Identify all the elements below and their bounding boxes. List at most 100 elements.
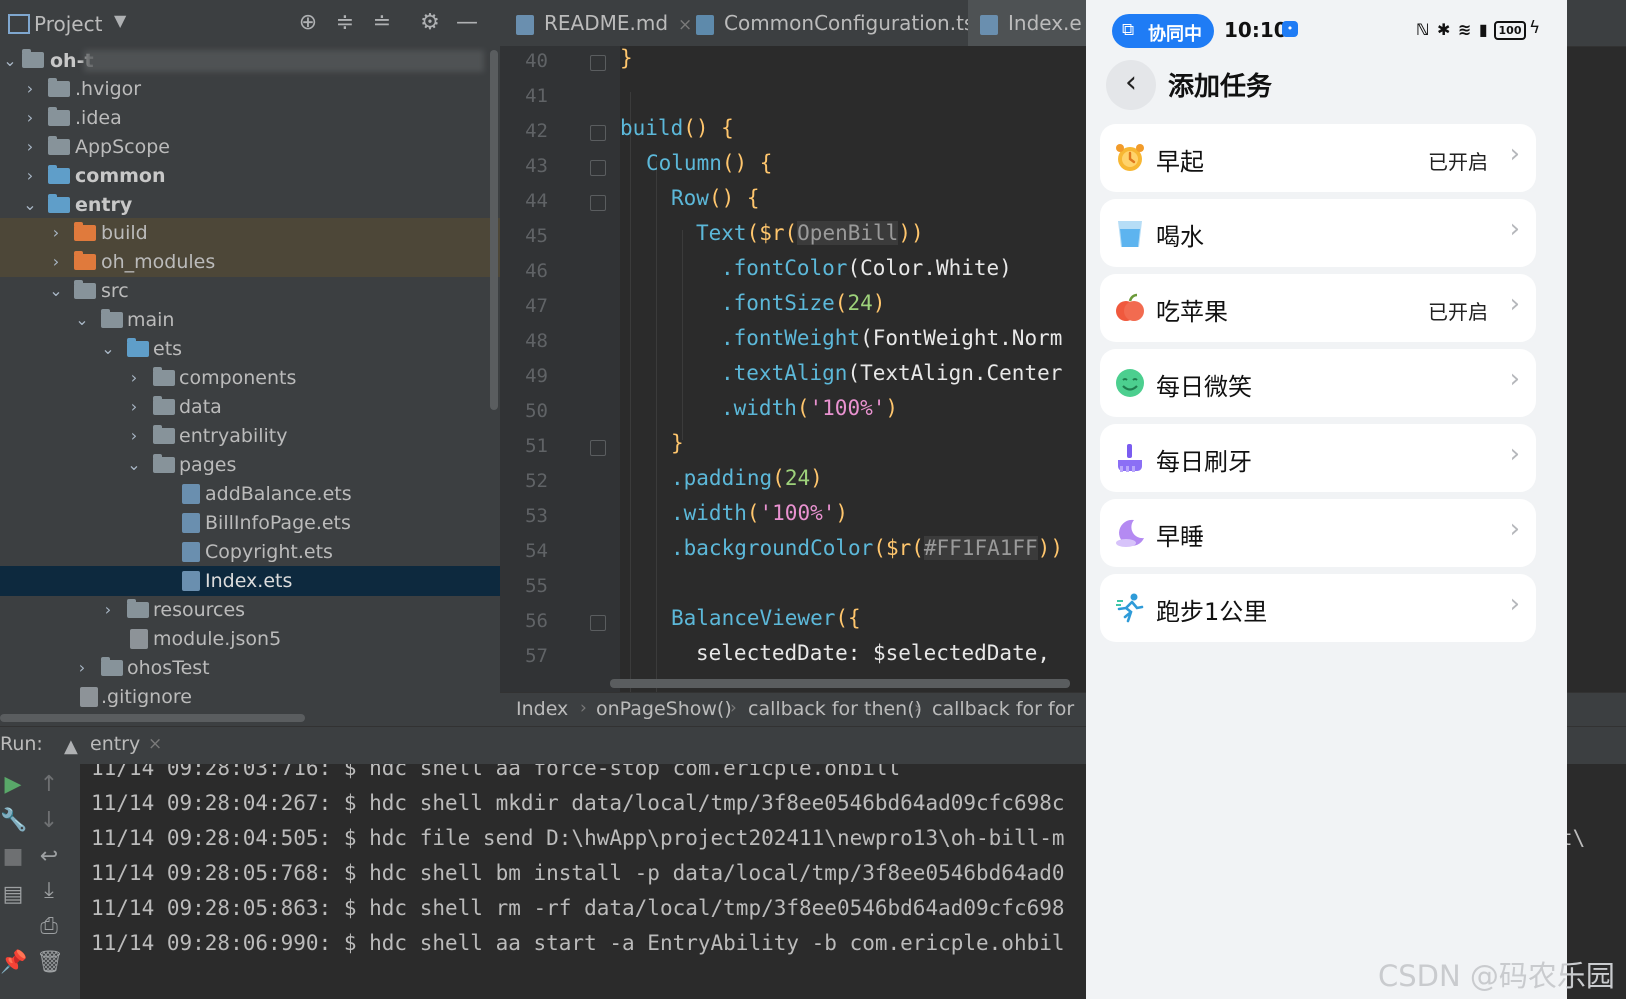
tab-index[interactable]: Index.e: [968, 0, 1100, 46]
minimize-icon[interactable]: —: [454, 10, 480, 36]
line-number[interactable]: 57: [512, 645, 548, 667]
tree-item-components[interactable]: › components: [0, 363, 500, 393]
tree-item-module-json5[interactable]: module.json5: [0, 624, 500, 654]
dropdown-arrow-icon[interactable]: ▼: [114, 11, 126, 30]
down-arrow-icon[interactable]: ↓: [36, 808, 62, 834]
tree-root[interactable]: ⌄ oh-t: [0, 46, 500, 76]
trash-icon[interactable]: 🗑: [36, 950, 64, 976]
chevron-down-icon[interactable]: ⌄: [74, 309, 90, 331]
line-number[interactable]: 45: [512, 225, 548, 247]
chevron-right-icon[interactable]: ›: [100, 599, 116, 621]
tree-item-main[interactable]: ⌄ main: [0, 305, 500, 335]
line-number[interactable]: 50: [512, 400, 548, 422]
line-number[interactable]: 44: [512, 190, 548, 212]
print-icon[interactable]: ⎙: [36, 914, 62, 940]
breadcrumb-item[interactable]: callback for for: [932, 698, 1074, 720]
settings-icon[interactable]: ⚙: [417, 10, 443, 36]
tree-item-oh-modules[interactable]: › oh_modules: [0, 247, 500, 277]
tree-item-copyright[interactable]: Copyright.ets: [0, 537, 500, 567]
editor-horizontal-scrollbar[interactable]: [610, 679, 1070, 688]
tree-item-entryability[interactable]: › entryability: [0, 421, 500, 451]
up-arrow-icon[interactable]: ↑: [36, 772, 62, 798]
task-item-run-1km[interactable]: 跑步1公里 ›: [1100, 574, 1536, 642]
tree-item-pages[interactable]: ⌄ pages: [0, 450, 500, 480]
task-item-eat-apple[interactable]: 吃苹果 已开启 ›: [1100, 274, 1536, 342]
chevron-right-icon[interactable]: ›: [126, 367, 142, 389]
soft-wrap-icon[interactable]: ↩: [36, 844, 62, 870]
close-icon[interactable]: ×: [678, 15, 692, 35]
scroll-to-end-icon[interactable]: ⤓: [36, 878, 62, 904]
wrench-icon[interactable]: 🔧: [0, 808, 27, 834]
line-number[interactable]: 56: [512, 610, 548, 632]
task-item-daily-smile[interactable]: 每日微笑 ›: [1100, 349, 1536, 417]
line-number[interactable]: 54: [512, 540, 548, 562]
task-item-early-rise[interactable]: 早起 已开启 ›: [1100, 124, 1536, 192]
tab-readme[interactable]: README.md ×: [516, 0, 692, 46]
collapse-all-icon[interactable]: ≐: [369, 10, 395, 36]
chevron-right-icon[interactable]: ›: [22, 78, 38, 100]
run-icon[interactable]: ▶: [0, 772, 26, 798]
line-number[interactable]: 55: [512, 575, 548, 597]
line-number[interactable]: 53: [512, 505, 548, 527]
line-number[interactable]: 43: [512, 155, 548, 177]
tree-item-idea[interactable]: › .idea: [0, 103, 500, 133]
tab-commonconfiguration[interactable]: CommonConfiguration.ts×: [696, 0, 999, 46]
tree-item-billinfopage[interactable]: BillInfoPage.ets: [0, 508, 500, 538]
fold-marker-icon[interactable]: [590, 55, 606, 71]
chevron-right-icon[interactable]: ›: [74, 657, 90, 679]
chevron-right-icon[interactable]: ›: [22, 107, 38, 129]
line-number[interactable]: 51: [512, 435, 548, 457]
close-icon[interactable]: ×: [148, 734, 162, 754]
tree-item-ets[interactable]: ⌄ ets: [0, 334, 500, 364]
tree-item-gitignore[interactable]: .gitignore: [0, 682, 500, 712]
chevron-down-icon[interactable]: ⌄: [22, 194, 38, 216]
line-number[interactable]: 42: [512, 120, 548, 142]
collab-badge[interactable]: ⧉ 协同中: [1112, 14, 1214, 48]
breadcrumb-item[interactable]: onPageShow(): [596, 698, 732, 720]
tree-item-ohostest[interactable]: › ohosTest: [0, 653, 500, 683]
fold-marker-icon[interactable]: [590, 195, 606, 211]
fold-marker-icon[interactable]: [590, 615, 606, 631]
chevron-right-icon[interactable]: ›: [22, 165, 38, 187]
tree-item-src[interactable]: ⌄ src: [0, 276, 500, 306]
pin-icon[interactable]: 📌: [0, 950, 27, 976]
fold-marker-icon[interactable]: [590, 440, 606, 456]
tree-item-addbalance[interactable]: addBalance.ets: [0, 479, 500, 509]
chevron-right-icon[interactable]: ›: [22, 136, 38, 158]
locate-icon[interactable]: ⊕: [295, 10, 321, 36]
tree-item-common[interactable]: › common: [0, 161, 500, 191]
tree-item-build[interactable]: › build: [0, 218, 500, 248]
chevron-right-icon[interactable]: ›: [48, 251, 64, 273]
chevron-down-icon[interactable]: ⌄: [2, 50, 18, 72]
expand-all-icon[interactable]: ≑: [332, 10, 358, 36]
task-item-sleep-early[interactable]: 早睡 ›: [1100, 499, 1536, 567]
tree-item-index[interactable]: Index.ets: [0, 566, 500, 596]
breadcrumb-item[interactable]: callback for then(): [748, 698, 922, 720]
task-item-brush-teeth[interactable]: 每日刷牙 ›: [1100, 424, 1536, 492]
project-scrollbar[interactable]: [490, 50, 498, 410]
task-item-drink-water[interactable]: 喝水 ›: [1100, 199, 1536, 267]
line-number[interactable]: 47: [512, 295, 548, 317]
tree-item-data[interactable]: › data: [0, 392, 500, 422]
breadcrumb-item[interactable]: Index: [516, 698, 568, 720]
code-editor[interactable]: } build() { Column() { Row() { Text($r(O…: [620, 46, 1090, 692]
line-number[interactable]: 48: [512, 330, 548, 352]
chevron-down-icon[interactable]: ⌄: [48, 280, 64, 302]
layout-icon[interactable]: ▤: [0, 882, 26, 908]
back-button[interactable]: ‹: [1106, 60, 1156, 110]
chevron-down-icon[interactable]: ⌄: [126, 454, 142, 476]
chevron-right-icon[interactable]: ›: [126, 425, 142, 447]
chevron-right-icon[interactable]: ›: [126, 396, 142, 418]
tree-item-appscope[interactable]: › AppScope: [0, 132, 500, 162]
tree-item-entry[interactable]: ⌄ entry: [0, 190, 500, 220]
line-number[interactable]: 49: [512, 365, 548, 387]
project-panel-title[interactable]: Project: [34, 12, 102, 36]
run-tab-entry[interactable]: ▲ entry ×: [58, 727, 172, 768]
line-number[interactable]: 52: [512, 470, 548, 492]
fold-marker-icon[interactable]: [590, 160, 606, 176]
tree-item-hvigor[interactable]: › .hvigor: [0, 74, 500, 104]
line-number[interactable]: 41: [512, 85, 548, 107]
chevron-down-icon[interactable]: ⌄: [100, 338, 116, 360]
stop-icon[interactable]: ■: [0, 844, 26, 870]
line-number[interactable]: 46: [512, 260, 548, 282]
